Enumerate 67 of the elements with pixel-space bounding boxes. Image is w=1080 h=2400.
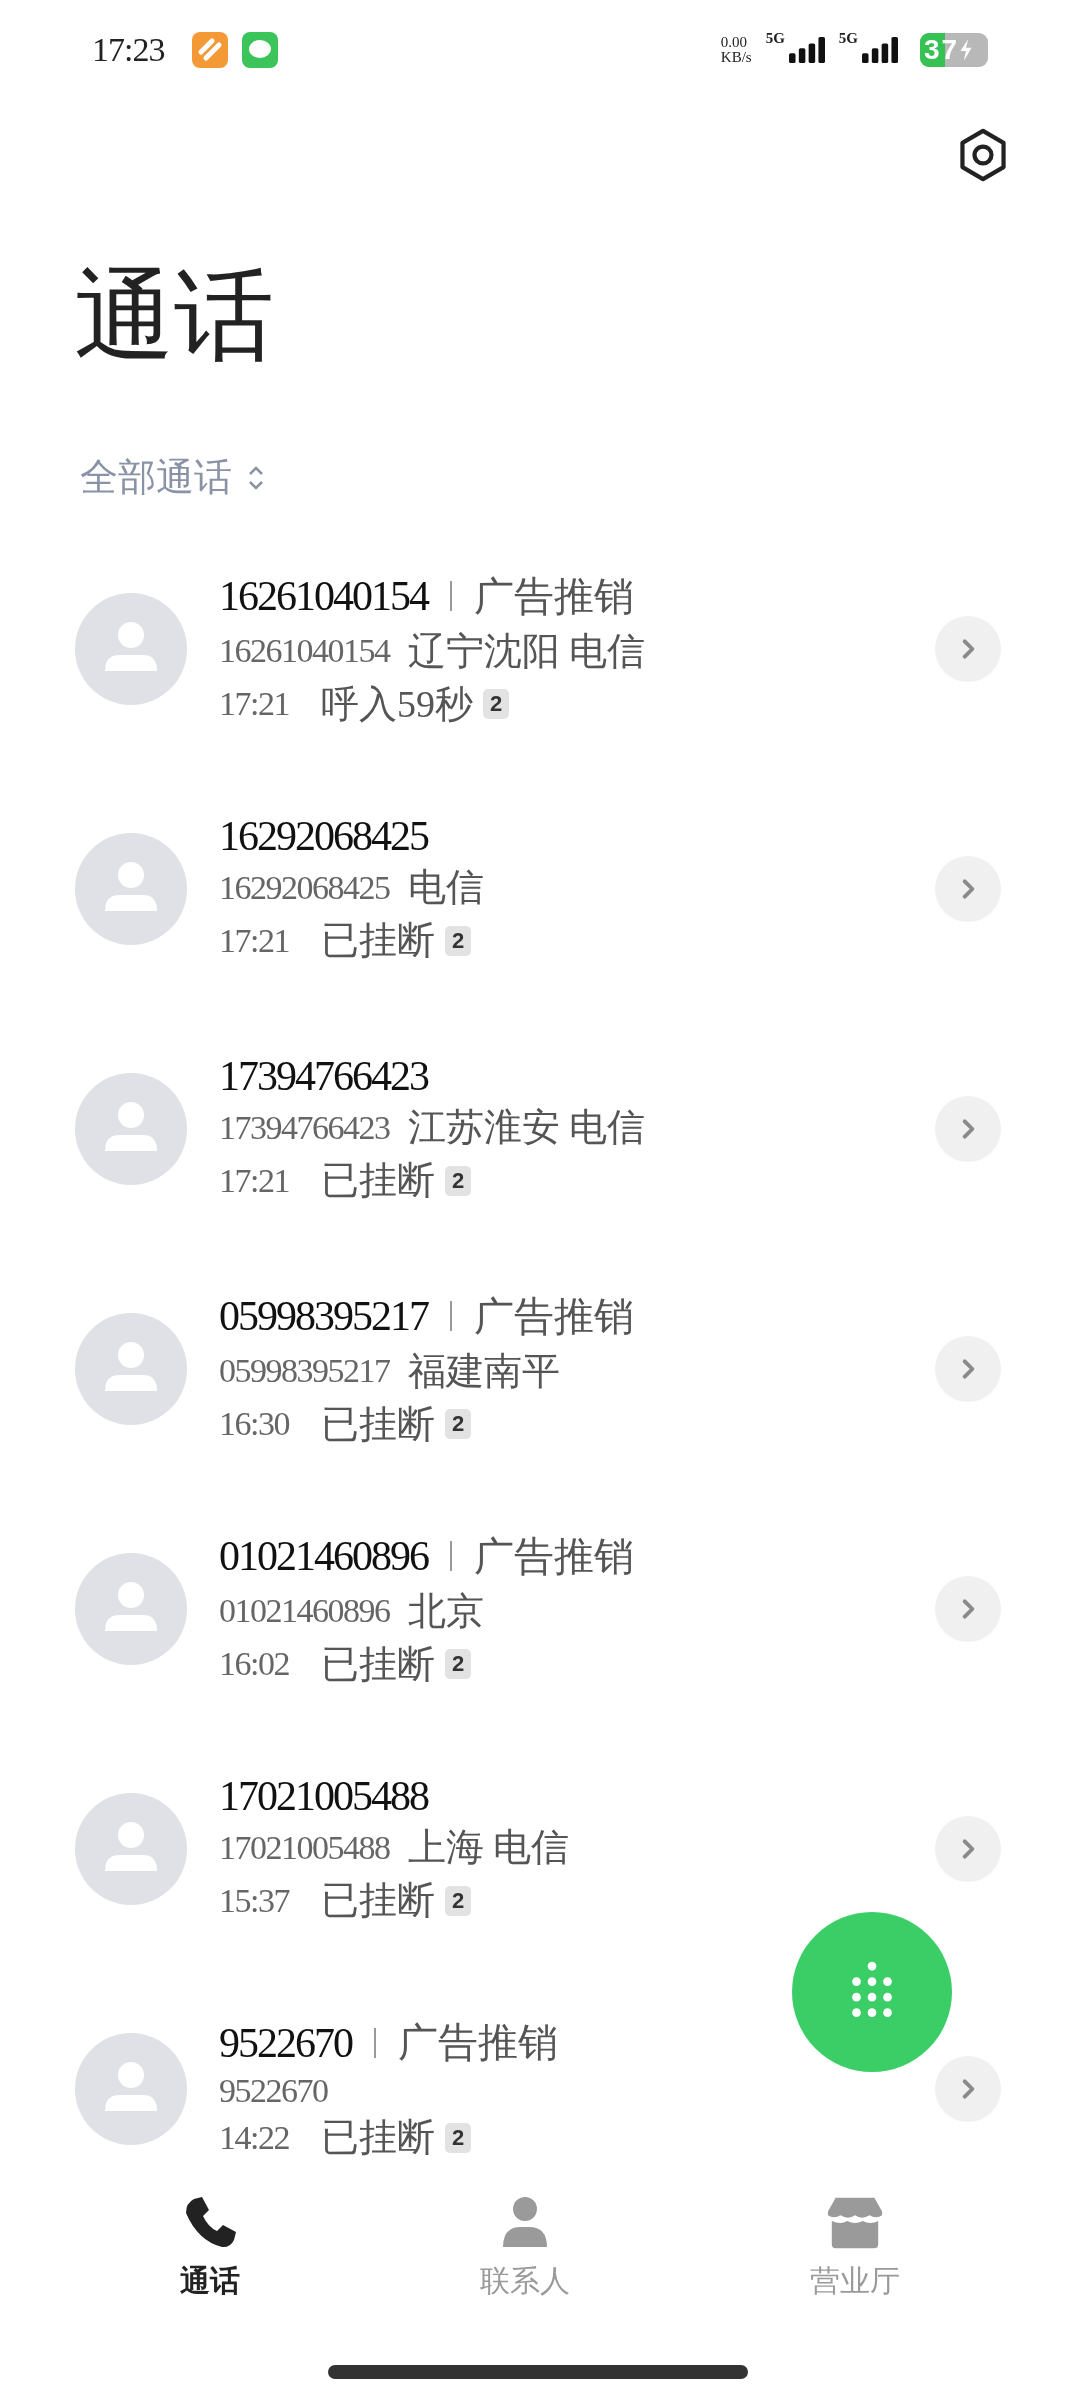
nav-tab[interactable]: 联系人 xyxy=(480,2195,570,2302)
page-title: 通话 xyxy=(74,260,275,374)
detail-number: 9522670 xyxy=(219,2072,328,2110)
phone-number: 16292068425 xyxy=(219,812,428,860)
phone-number: 01021460896 xyxy=(219,1532,428,1580)
number-tag: 广告推销 xyxy=(474,1288,634,1344)
call-time: 15:37 xyxy=(219,1881,289,1920)
signal-icon xyxy=(862,36,898,64)
call-count-badge: 2 xyxy=(444,925,472,956)
network-type: 5G xyxy=(838,30,858,47)
number-location: 北京 xyxy=(407,1588,484,1634)
call-status: 已挂断 xyxy=(320,1158,435,1203)
net-speed: 0.00 xyxy=(720,35,749,50)
avatar-icon xyxy=(75,1313,187,1425)
avatar-icon xyxy=(75,593,187,705)
number-location: 上海 电信 xyxy=(407,1825,569,1870)
call-count-badge: 2 xyxy=(444,1409,472,1439)
call-filter-dropdown[interactable]: 全部通话 xyxy=(80,452,264,503)
avatar-icon xyxy=(75,2033,187,2145)
phone-number: 05998395217 xyxy=(219,1292,428,1340)
call-status: 已挂断 xyxy=(320,2115,435,2160)
call-status: 已挂断 xyxy=(320,1401,435,1447)
phone-number: 17021005488 xyxy=(219,1772,428,1820)
network-type: 5G xyxy=(765,30,785,47)
call-count-badge: 2 xyxy=(482,689,510,719)
nav-tab[interactable]: 营业厅 xyxy=(810,2195,900,2302)
call-status: 已挂断 xyxy=(320,1641,435,1687)
status-time: 17:23 xyxy=(92,31,165,69)
call-count-badge: 2 xyxy=(444,1165,472,1196)
app-notification-icon xyxy=(192,32,229,68)
call-time: 17:21 xyxy=(219,921,289,960)
detail-number: 01021460896 xyxy=(219,1592,390,1630)
detail-number: 17394766423 xyxy=(219,1108,390,1147)
call-count-badge: 2 xyxy=(444,2122,472,2153)
signal-icon xyxy=(788,36,825,64)
detail-number: 16261040154 xyxy=(219,632,390,670)
nav-tab[interactable]: 通话 xyxy=(180,2195,240,2302)
avatar-icon xyxy=(75,1553,187,1665)
phone-number: 16261040154 xyxy=(219,572,428,620)
avatar-icon xyxy=(75,1073,187,1185)
number-tag: 广告推销 xyxy=(474,568,634,624)
net-unit: KB/s xyxy=(720,50,752,65)
store-icon xyxy=(826,2195,884,2251)
call-count-badge: 2 xyxy=(444,1885,472,1916)
detail-number: 17021005488 xyxy=(219,1828,390,1867)
number-location: 辽宁沈阳 电信 xyxy=(407,628,645,674)
phone-number: 17394766423 xyxy=(219,1052,428,1100)
call-status: 已挂断 xyxy=(320,1878,435,1923)
detail-number: 16292068425 xyxy=(219,868,390,907)
call-time: 16:02 xyxy=(219,1645,289,1683)
number-location: 福建南平 xyxy=(407,1348,560,1394)
call-time: 17:21 xyxy=(219,1161,289,1200)
message-notification-icon xyxy=(242,32,279,68)
call-time: 16:30 xyxy=(219,1405,289,1443)
number-location: 江苏淮安 电信 xyxy=(407,1105,645,1150)
call-time: 14:22 xyxy=(219,2118,289,2157)
number-location: 电信 xyxy=(407,865,484,910)
phone-number: 9522670 xyxy=(219,2018,352,2067)
call-status: 呼入59秒 xyxy=(320,681,473,727)
call-status: 已挂断 xyxy=(320,918,435,963)
detail-number: 05998395217 xyxy=(219,1352,390,1390)
number-tag: 广告推销 xyxy=(474,1528,634,1584)
call-time: 17:21 xyxy=(219,685,289,723)
call-count-badge: 2 xyxy=(444,1649,472,1679)
avatar-icon xyxy=(75,833,187,945)
number-tag: 广告推销 xyxy=(398,2015,558,2070)
avatar-icon xyxy=(75,1793,187,1905)
